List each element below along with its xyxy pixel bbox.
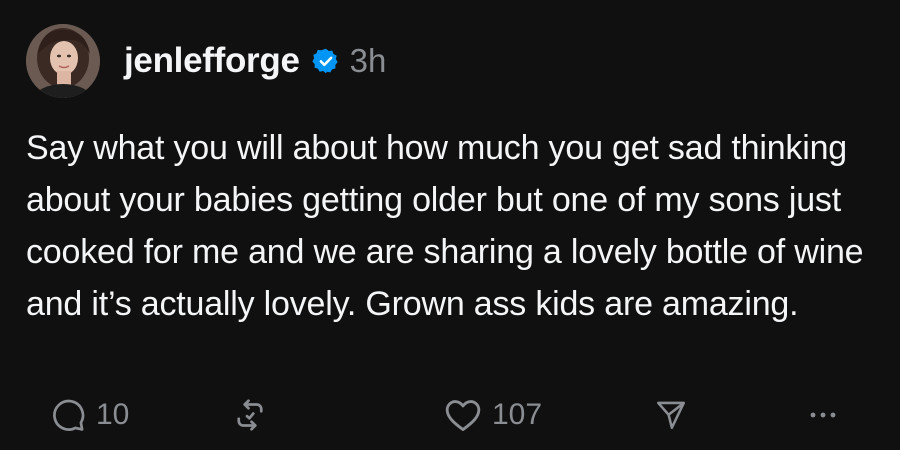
- repost-button[interactable]: [232, 395, 268, 435]
- post-card: jenlefforge 3h Say what you will about h…: [0, 0, 900, 450]
- ellipsis-icon: [808, 409, 838, 421]
- like-button[interactable]: 107: [444, 395, 542, 435]
- post-header: jenlefforge 3h: [124, 40, 386, 82]
- share-button[interactable]: [654, 395, 688, 435]
- username[interactable]: jenlefforge: [124, 41, 300, 81]
- paper-plane-icon: [654, 398, 688, 432]
- comment-bubble-icon: [50, 397, 86, 433]
- reply-count: 10: [96, 398, 130, 431]
- post-timestamp: 3h: [349, 42, 387, 79]
- avatar-photo: [26, 24, 100, 98]
- repost-arrows-icon: [232, 397, 268, 433]
- more-options-button[interactable]: [808, 395, 838, 435]
- post-text: Say what you will about how much you get…: [26, 129, 864, 323]
- reply-button[interactable]: 10: [50, 395, 129, 435]
- like-count: 107: [492, 398, 543, 431]
- heart-icon: [444, 397, 482, 433]
- avatar[interactable]: [26, 24, 100, 98]
- verified-badge-icon: [311, 47, 340, 75]
